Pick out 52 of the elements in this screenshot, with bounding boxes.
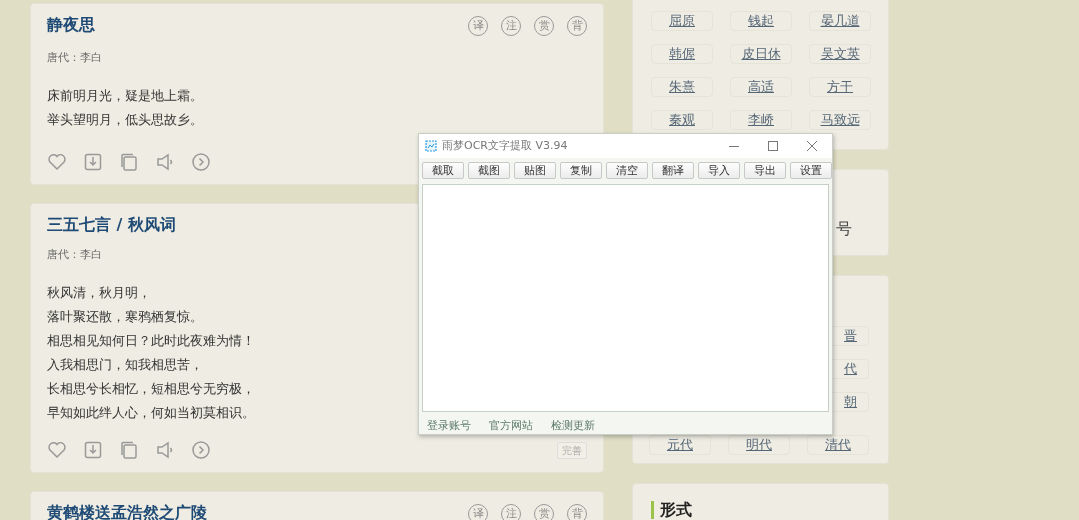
author-tag[interactable]: 晏几道 — [809, 11, 871, 31]
next-icon[interactable] — [191, 152, 211, 172]
poem-line: 相思相见知何日？此时此夜难为情！ — [47, 332, 255, 350]
heart-icon[interactable] — [47, 152, 67, 172]
poem-line: 落叶聚还散，寒鸦栖复惊。 — [47, 308, 203, 326]
poem-line: 早知如此绊人心，何如当初莫相识。 — [47, 404, 255, 422]
section-title: 形式 — [651, 501, 888, 519]
author-tag[interactable]: 李峤 — [730, 110, 792, 130]
author-tag[interactable]: 高适 — [730, 77, 792, 97]
toolbar-button[interactable]: 贴图 — [514, 162, 556, 179]
poem-line: 入我相思门，知我相思苦， — [47, 356, 203, 374]
next-icon[interactable] — [191, 440, 211, 460]
toolbar-button[interactable]: 截图 — [468, 162, 510, 179]
speaker-icon[interactable] — [155, 152, 175, 172]
poem-line: 举头望明月，低头思故乡。 — [47, 111, 203, 129]
toolbar-button[interactable]: 截取 — [422, 162, 464, 179]
author-tag[interactable]: 朱熹 — [651, 77, 713, 97]
author-tag[interactable]: 钱起 — [730, 11, 792, 31]
author-tag[interactable]: 屈原 — [651, 11, 713, 31]
heart-icon[interactable] — [47, 440, 67, 460]
toolbar-button[interactable]: 清空 — [606, 162, 648, 179]
download-icon[interactable] — [83, 440, 103, 460]
maximize-icon[interactable] — [768, 141, 778, 151]
author-tag[interactable]: 吴文英 — [809, 44, 871, 64]
toolbar-button[interactable]: 导出 — [744, 162, 786, 179]
window-title: 雨梦OCR文字提取 V3.94 — [442, 137, 569, 154]
app-icon — [425, 140, 437, 152]
toolbar-button[interactable]: 设置 — [790, 162, 832, 179]
account-text: 号 — [836, 217, 852, 240]
toolbar-button[interactable]: 翻译 — [652, 162, 694, 179]
poem-title[interactable]: 静夜思 — [47, 16, 95, 33]
copy-icon[interactable] — [119, 440, 139, 460]
poem-line: 长相思兮长相忆，短相思兮无穷极， — [47, 380, 255, 398]
author-tag[interactable]: 马致远 — [809, 110, 871, 130]
poem-line: 秋风清，秋月明， — [47, 284, 151, 302]
poem-title[interactable]: 三五七言 / 秋风词 — [47, 216, 176, 233]
author-tag[interactable]: 方干 — [809, 77, 871, 97]
author-tag[interactable]: 皮日休 — [730, 44, 792, 64]
footer-link[interactable]: 官方网站 — [489, 418, 533, 434]
toolbar-button[interactable]: 导入 — [698, 162, 740, 179]
footer-link[interactable]: 登录账号 — [427, 418, 471, 434]
poem-author[interactable]: 唐代：李白 — [47, 49, 102, 65]
footer-link[interactable]: 检测更新 — [551, 418, 595, 434]
speaker-icon[interactable] — [155, 440, 175, 460]
download-icon[interactable] — [83, 152, 103, 172]
author-tag[interactable]: 秦观 — [651, 110, 713, 130]
author-tag[interactable]: 韩偓 — [651, 44, 713, 64]
close-icon[interactable] — [807, 141, 817, 151]
copy-icon[interactable] — [119, 152, 139, 172]
toolbar-button[interactable]: 复制 — [560, 162, 602, 179]
poem-author[interactable]: 唐代：李白 — [47, 246, 102, 262]
poem-line: 床前明月光，疑是地上霜。 — [47, 87, 203, 105]
